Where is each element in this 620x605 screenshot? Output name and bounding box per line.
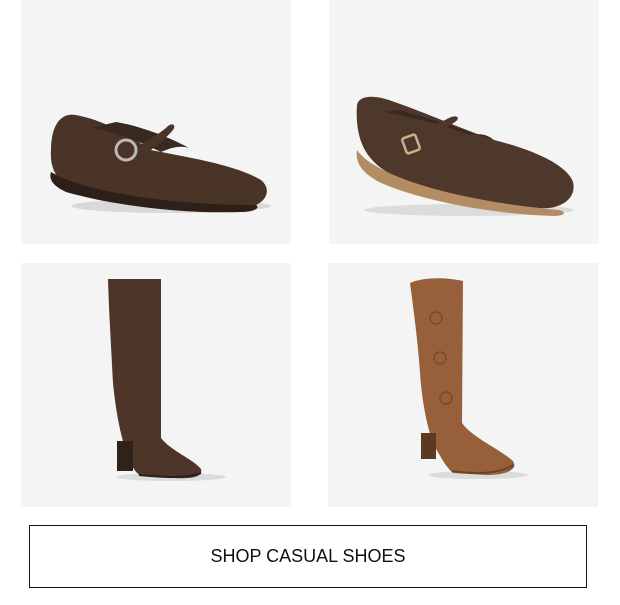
- mary-jane-flat-round-buckle-image: [50, 114, 271, 213]
- product-tile-mary-jane-round-buckle[interactable]: [21, 0, 291, 244]
- product-tile-western-boot[interactable]: [328, 263, 598, 507]
- shop-casual-shoes-label: SHOP CASUAL SHOES: [210, 546, 406, 566]
- western-knee-high-boot-image: [410, 278, 528, 479]
- shop-casual-shoes-button[interactable]: SHOP CASUAL SHOES: [29, 525, 587, 588]
- product-tile-mary-jane-square-buckle[interactable]: [329, 0, 599, 244]
- product-tile-knee-high-boot[interactable]: [21, 263, 291, 507]
- mary-jane-flat-square-buckle-image: [356, 96, 574, 216]
- knee-high-suede-boot-image: [108, 279, 226, 481]
